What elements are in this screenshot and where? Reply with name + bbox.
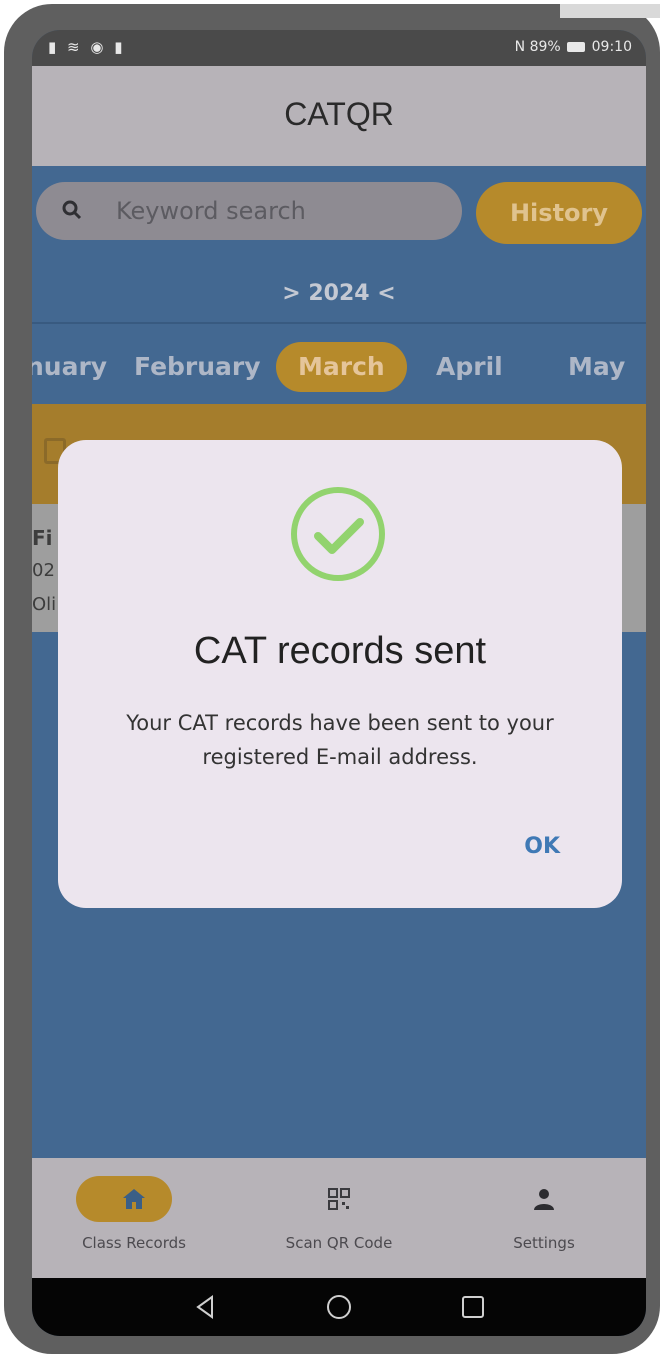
ok-button[interactable]: OK: [524, 834, 560, 859]
search-input[interactable]: Keyword search: [36, 182, 462, 240]
nav-label-scan-qr: Scan QR Code: [285, 1234, 393, 1252]
status-icons: ▮ ≋ ◉ ▮: [48, 38, 126, 56]
qr-code-icon: [328, 1188, 350, 1210]
back-icon[interactable]: [190, 1292, 220, 1322]
dialog-title: CAT records sent: [193, 630, 487, 672]
dialog-message-line1: Your CAT records have been sent to your: [126, 711, 554, 735]
dialog-message-line2: registered E-mail address.: [202, 745, 478, 769]
nav-class-records[interactable]: Class Records: [32, 1158, 236, 1278]
home-circle-icon[interactable]: [324, 1292, 354, 1322]
nav-label-class-records: Class Records: [82, 1234, 186, 1252]
frame-corner: [560, 4, 660, 18]
battery-icon: [567, 42, 586, 52]
bottom-nav: Class Records Scan QR Code Settings: [32, 1158, 646, 1278]
person-icon: [534, 1189, 554, 1210]
home-icon: [123, 1189, 145, 1209]
year-selector[interactable]: > 2024 <: [32, 266, 646, 322]
list-item-date: 02: [32, 560, 55, 581]
app-bar: CATQR: [32, 66, 646, 166]
nfc-icon: N: [514, 39, 526, 55]
list-item-title: Fi: [32, 526, 53, 550]
history-button[interactable]: History: [476, 182, 642, 244]
nav-label-settings: Settings: [513, 1234, 575, 1252]
month-tabs: nuary February March April May: [32, 324, 646, 404]
status-right: N 89% 09:10: [515, 39, 632, 55]
recents-icon[interactable]: [458, 1292, 488, 1322]
nav-scan-qr[interactable]: Scan QR Code: [237, 1158, 441, 1278]
app-title: CATQR: [284, 96, 394, 132]
check-circle-icon: [291, 487, 385, 581]
dialog-message: Your CAT records have been sent to your …: [78, 706, 602, 774]
battery-percent: 89%: [529, 39, 561, 55]
status-bar: ▮ ≋ ◉ ▮ N 89% 09:10: [32, 30, 646, 66]
search-placeholder: Keyword search: [116, 197, 306, 225]
search-row: Keyword search History: [32, 166, 646, 266]
month-tab-april[interactable]: April: [436, 342, 503, 392]
system-nav-bar: [32, 1278, 646, 1336]
month-tab-february[interactable]: February: [134, 342, 261, 392]
month-tab-january[interactable]: nuary: [32, 342, 107, 392]
nav-settings[interactable]: Settings: [442, 1158, 646, 1278]
month-tab-march[interactable]: March: [276, 342, 407, 392]
clock: 09:10: [591, 39, 632, 55]
month-tab-may[interactable]: May: [568, 342, 625, 392]
phone-frame: ▮ ≋ ◉ ▮ N 89% 09:10 CATQR Keyword search…: [4, 4, 660, 1354]
success-dialog: CAT records sent Your CAT records have b…: [58, 440, 622, 908]
phone-screen: ▮ ≋ ◉ ▮ N 89% 09:10 CATQR Keyword search…: [32, 30, 646, 1336]
list-item-sub: Oli: [32, 594, 57, 615]
search-icon: [62, 200, 82, 220]
